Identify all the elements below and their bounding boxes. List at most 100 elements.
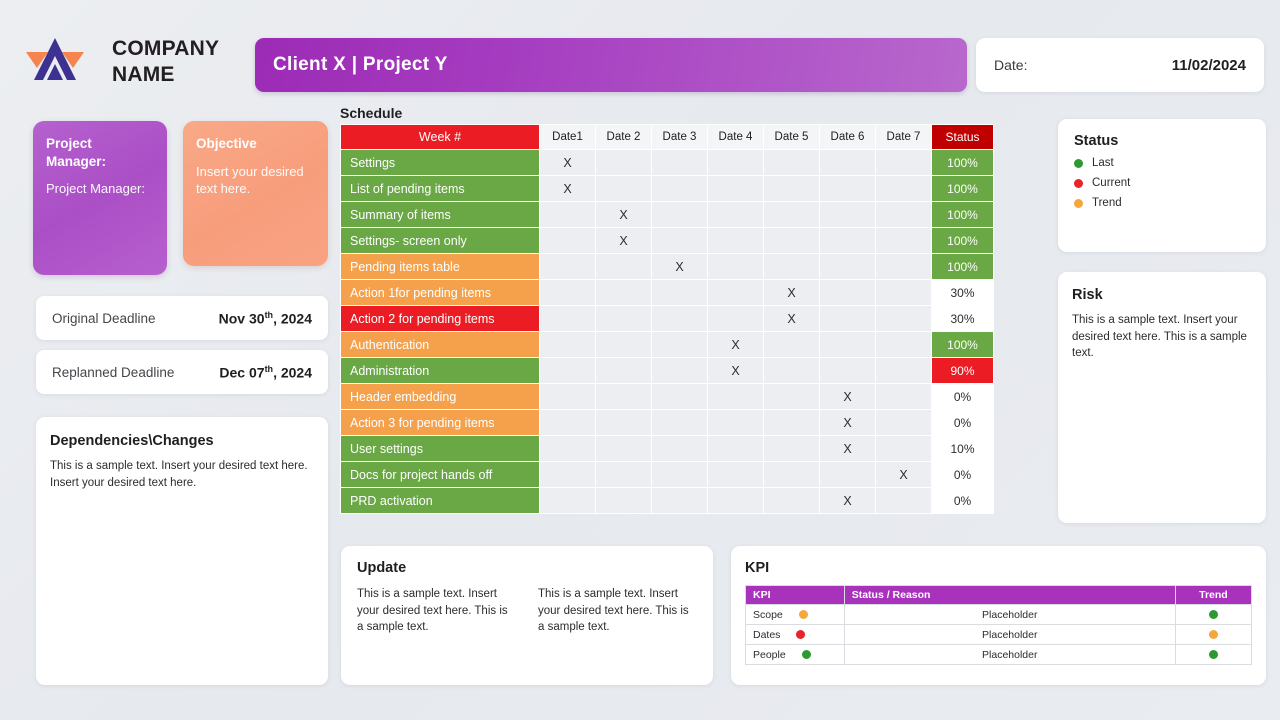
schedule-empty-cell[interactable]	[651, 383, 708, 410]
schedule-empty-cell[interactable]	[539, 435, 596, 462]
schedule-empty-cell[interactable]	[763, 149, 820, 176]
schedule-empty-cell[interactable]	[595, 357, 652, 384]
schedule-mark-cell[interactable]: X	[707, 331, 764, 358]
schedule-empty-cell[interactable]	[539, 279, 596, 306]
schedule-empty-cell[interactable]	[763, 357, 820, 384]
schedule-empty-cell[interactable]	[651, 305, 708, 332]
schedule-empty-cell[interactable]	[819, 357, 876, 384]
schedule-empty-cell[interactable]	[875, 409, 932, 436]
schedule-empty-cell[interactable]	[819, 331, 876, 358]
schedule-empty-cell[interactable]	[651, 175, 708, 202]
schedule-empty-cell[interactable]	[539, 201, 596, 228]
schedule-mark-cell[interactable]: X	[707, 357, 764, 384]
schedule-empty-cell[interactable]	[539, 331, 596, 358]
kpi-status-dot-icon	[798, 610, 808, 619]
schedule-empty-cell[interactable]	[539, 487, 596, 514]
schedule-empty-cell[interactable]	[875, 149, 932, 176]
schedule-empty-cell[interactable]	[707, 383, 764, 410]
schedule-mark-cell[interactable]: X	[819, 383, 876, 410]
schedule-mark-cell[interactable]: X	[763, 279, 820, 306]
schedule-empty-cell[interactable]	[819, 461, 876, 488]
schedule-empty-cell[interactable]	[875, 383, 932, 410]
schedule-empty-cell[interactable]	[595, 435, 652, 462]
schedule-empty-cell[interactable]	[763, 253, 820, 280]
schedule-empty-cell[interactable]	[819, 201, 876, 228]
schedule-mark-cell[interactable]: X	[651, 253, 708, 280]
schedule-empty-cell[interactable]	[707, 253, 764, 280]
schedule-empty-cell[interactable]	[595, 175, 652, 202]
schedule-empty-cell[interactable]	[707, 175, 764, 202]
schedule-empty-cell[interactable]	[819, 305, 876, 332]
schedule-empty-cell[interactable]	[707, 201, 764, 228]
schedule-empty-cell[interactable]	[651, 331, 708, 358]
schedule-empty-cell[interactable]	[595, 461, 652, 488]
schedule-empty-cell[interactable]	[819, 175, 876, 202]
schedule-empty-cell[interactable]	[539, 357, 596, 384]
schedule-empty-cell[interactable]	[539, 305, 596, 332]
schedule-empty-cell[interactable]	[875, 357, 932, 384]
schedule-mark-cell[interactable]: X	[595, 201, 652, 228]
schedule-empty-cell[interactable]	[875, 227, 932, 254]
schedule-empty-cell[interactable]	[875, 253, 932, 280]
schedule-empty-cell[interactable]	[595, 253, 652, 280]
schedule-empty-cell[interactable]	[595, 487, 652, 514]
schedule-empty-cell[interactable]	[763, 383, 820, 410]
kpi-reason-cell: Placeholder	[843, 604, 1176, 625]
schedule-empty-cell[interactable]	[651, 487, 708, 514]
schedule-empty-cell[interactable]	[819, 279, 876, 306]
schedule-empty-cell[interactable]	[763, 461, 820, 488]
schedule-empty-cell[interactable]	[595, 279, 652, 306]
schedule-empty-cell[interactable]	[651, 201, 708, 228]
schedule-empty-cell[interactable]	[651, 435, 708, 462]
schedule-empty-cell[interactable]	[875, 175, 932, 202]
schedule-empty-cell[interactable]	[707, 279, 764, 306]
schedule-empty-cell[interactable]	[539, 461, 596, 488]
schedule-mark-cell[interactable]: X	[875, 461, 932, 488]
schedule-empty-cell[interactable]	[707, 149, 764, 176]
schedule-mark-cell[interactable]: X	[819, 409, 876, 436]
schedule-empty-cell[interactable]	[651, 227, 708, 254]
schedule-empty-cell[interactable]	[707, 487, 764, 514]
schedule-empty-cell[interactable]	[707, 227, 764, 254]
schedule-mark-cell[interactable]: X	[819, 435, 876, 462]
schedule-mark-cell[interactable]: X	[595, 227, 652, 254]
schedule-empty-cell[interactable]	[763, 409, 820, 436]
schedule-mark-cell[interactable]: X	[819, 487, 876, 514]
schedule-empty-cell[interactable]	[875, 435, 932, 462]
schedule-mark-cell[interactable]: X	[539, 149, 596, 176]
schedule-empty-cell[interactable]	[651, 279, 708, 306]
schedule-empty-cell[interactable]	[875, 279, 932, 306]
schedule-empty-cell[interactable]	[763, 331, 820, 358]
schedule-empty-cell[interactable]	[875, 331, 932, 358]
schedule-empty-cell[interactable]	[875, 487, 932, 514]
schedule-empty-cell[interactable]	[539, 253, 596, 280]
schedule-empty-cell[interactable]	[763, 227, 820, 254]
schedule-mark-cell[interactable]: X	[539, 175, 596, 202]
schedule-empty-cell[interactable]	[539, 409, 596, 436]
schedule-empty-cell[interactable]	[875, 201, 932, 228]
schedule-empty-cell[interactable]	[651, 461, 708, 488]
schedule-empty-cell[interactable]	[819, 227, 876, 254]
schedule-empty-cell[interactable]	[651, 149, 708, 176]
schedule-empty-cell[interactable]	[819, 253, 876, 280]
schedule-empty-cell[interactable]	[651, 409, 708, 436]
schedule-empty-cell[interactable]	[819, 149, 876, 176]
schedule-empty-cell[interactable]	[763, 487, 820, 514]
schedule-empty-cell[interactable]	[595, 409, 652, 436]
schedule-empty-cell[interactable]	[651, 357, 708, 384]
schedule-empty-cell[interactable]	[763, 175, 820, 202]
schedule-empty-cell[interactable]	[707, 435, 764, 462]
schedule-empty-cell[interactable]	[539, 227, 596, 254]
schedule-empty-cell[interactable]	[595, 305, 652, 332]
schedule-empty-cell[interactable]	[595, 149, 652, 176]
schedule-empty-cell[interactable]	[875, 305, 932, 332]
schedule-empty-cell[interactable]	[763, 201, 820, 228]
schedule-empty-cell[interactable]	[707, 409, 764, 436]
schedule-empty-cell[interactable]	[595, 331, 652, 358]
schedule-empty-cell[interactable]	[707, 461, 764, 488]
schedule-empty-cell[interactable]	[763, 435, 820, 462]
schedule-empty-cell[interactable]	[595, 383, 652, 410]
schedule-empty-cell[interactable]	[539, 383, 596, 410]
schedule-empty-cell[interactable]	[707, 305, 764, 332]
schedule-mark-cell[interactable]: X	[763, 305, 820, 332]
